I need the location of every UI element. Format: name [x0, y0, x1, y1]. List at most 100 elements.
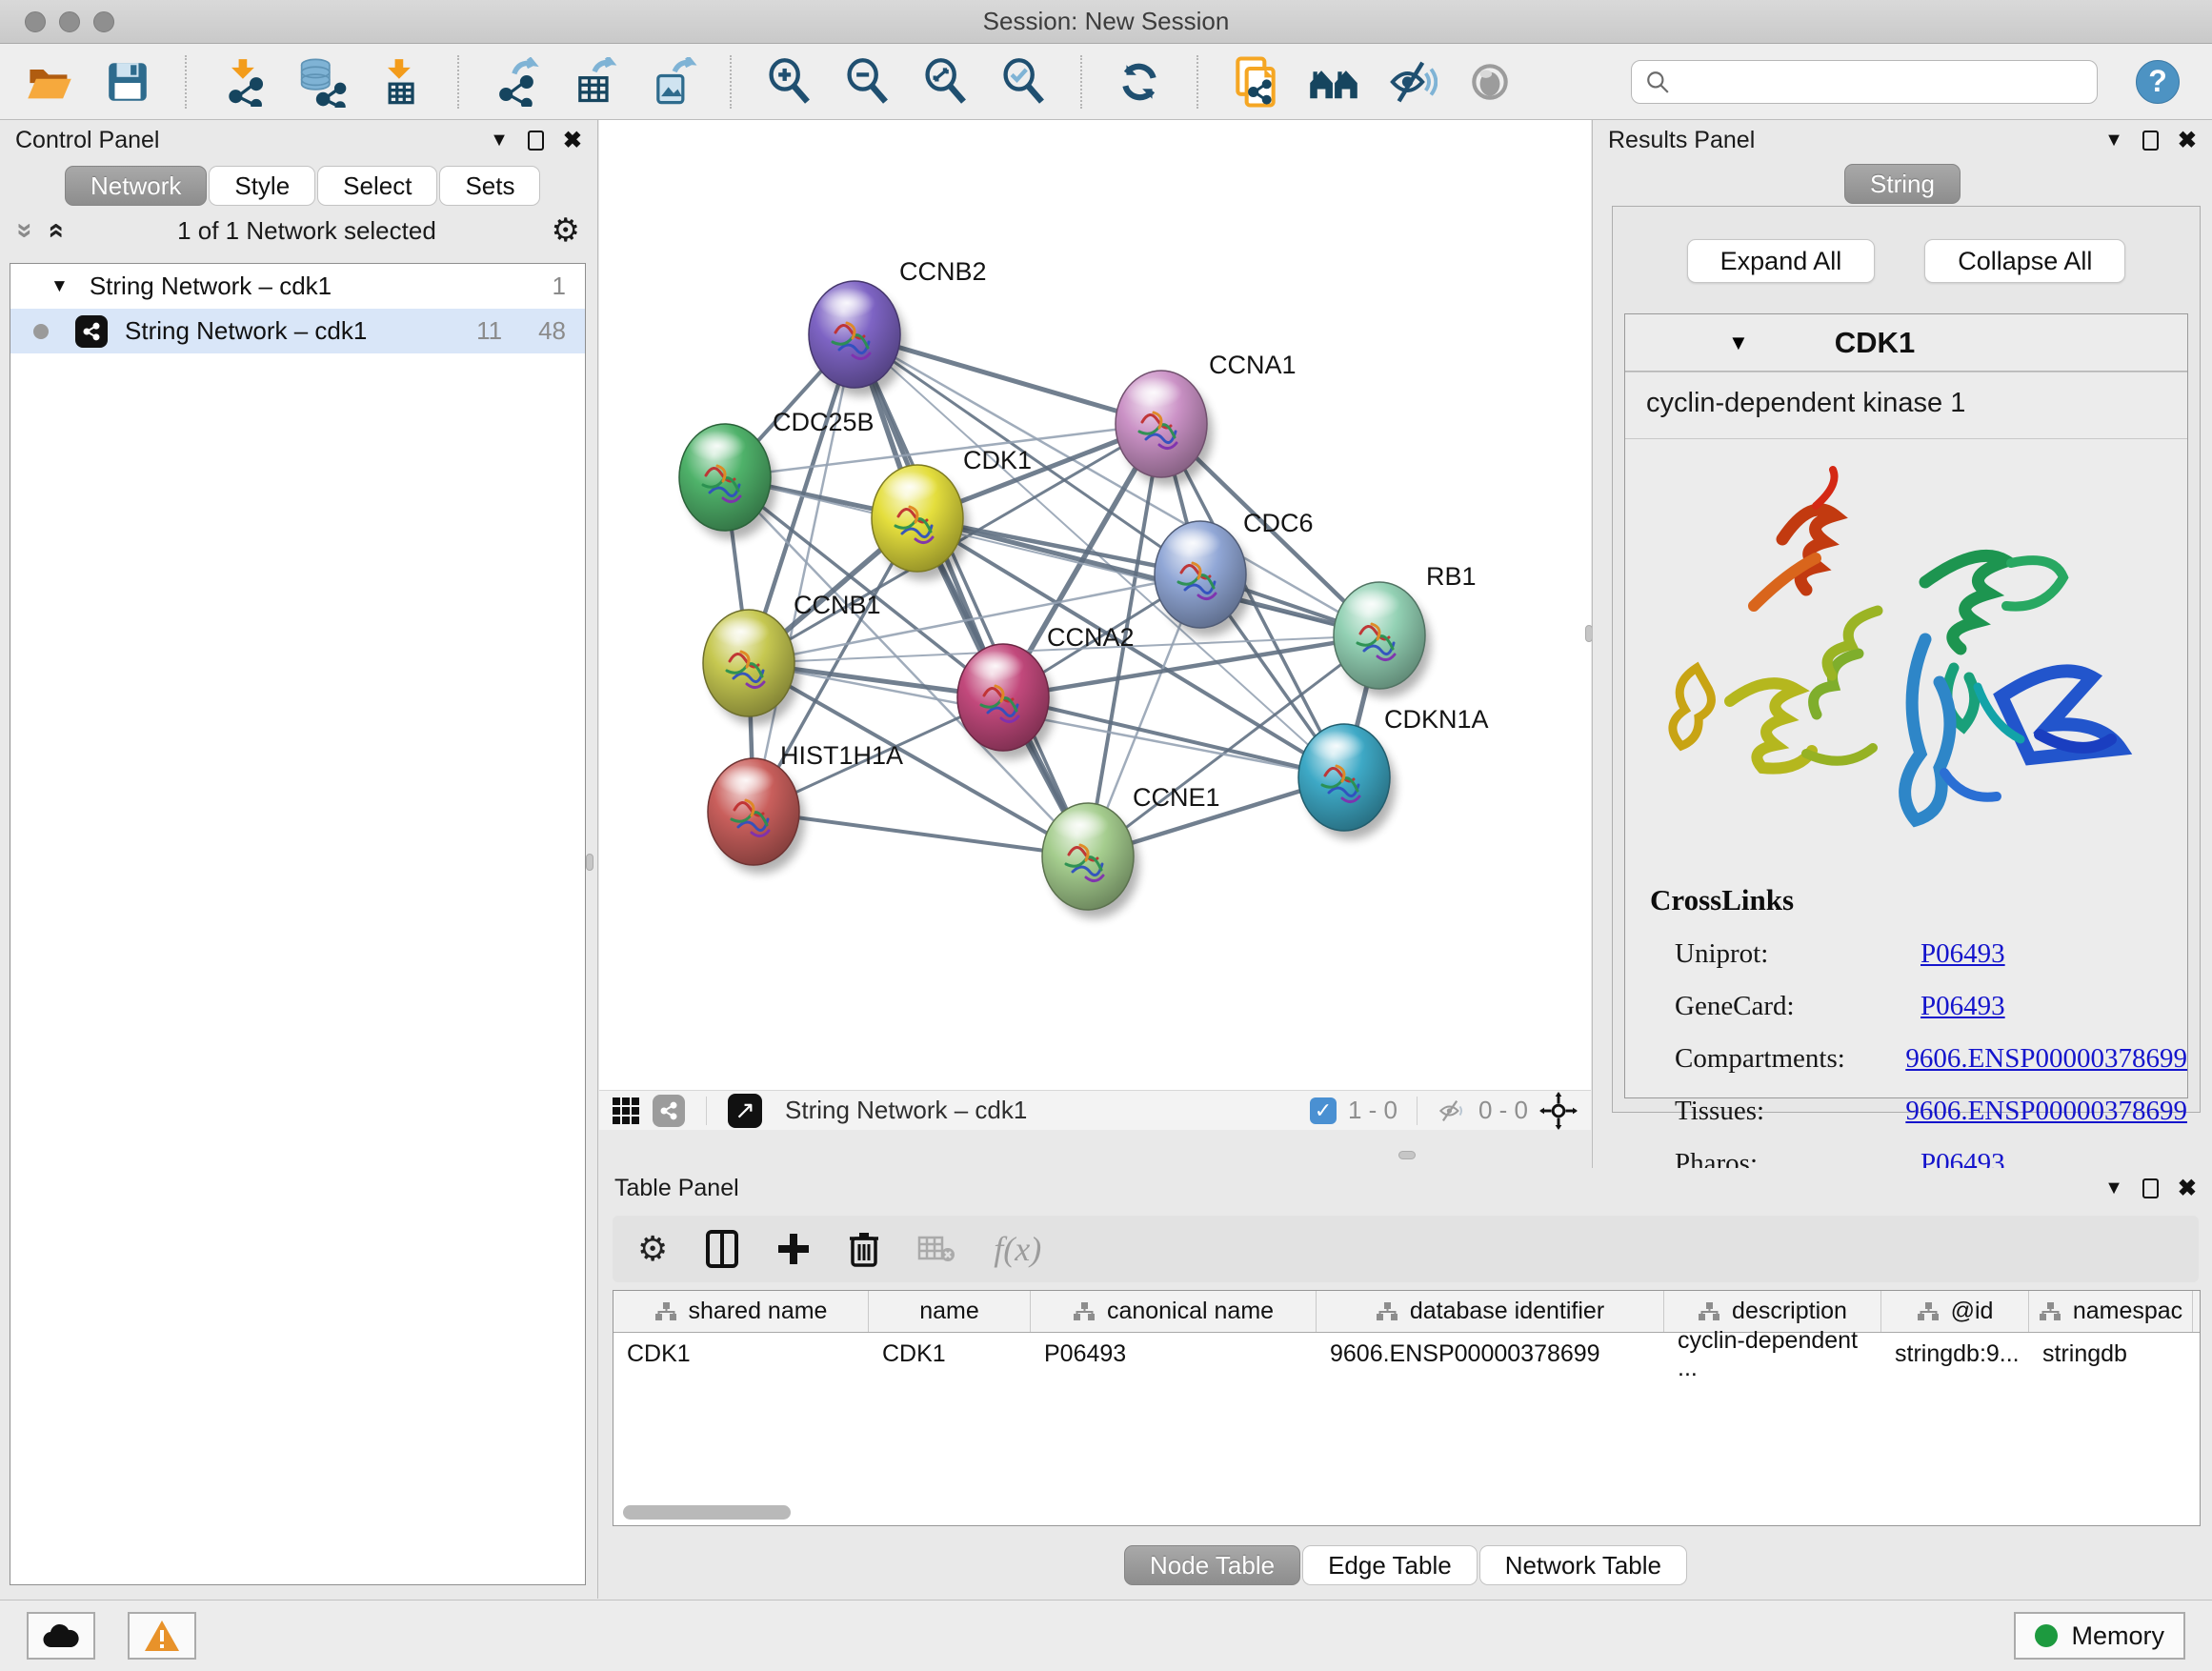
import-network-database-button[interactable]: [295, 55, 349, 109]
close-panel-icon[interactable]: ✖: [2178, 127, 2197, 154]
column-header-name[interactable]: name: [869, 1291, 1031, 1332]
zoom-in-button[interactable]: [762, 55, 815, 109]
enhanced-graphics-toggle-button[interactable]: [1385, 55, 1438, 109]
table-panel: Table Panel ▼ ✖ ⚙: [599, 1168, 2212, 1599]
splitter-handle[interactable]: [1398, 1151, 1416, 1159]
crosslink-label: Tissues:: [1675, 1096, 1905, 1127]
network-collection-row[interactable]: ▼ String Network – cdk1 1: [10, 264, 585, 309]
string-protein-query-button[interactable]: [1229, 55, 1282, 109]
protein-card-header[interactable]: ▼ CDK1: [1625, 314, 2187, 372]
column-header-label: @id: [1951, 1298, 1994, 1325]
memory-button[interactable]: Memory: [2014, 1612, 2185, 1660]
toolbar-separator: [185, 55, 187, 109]
network-options-gear-icon[interactable]: ⚙: [552, 211, 580, 250]
crosslink-link[interactable]: P06493: [1920, 938, 2005, 970]
zoom-fit-button[interactable]: [918, 55, 972, 109]
show-columns-icon[interactable]: [706, 1230, 738, 1268]
column-header--id[interactable]: @id: [1881, 1291, 2029, 1332]
horizontal-scrollbar-thumb[interactable]: [623, 1505, 791, 1520]
table-cell[interactable]: stringdb: [2029, 1333, 2193, 1376]
apply-layout-button[interactable]: [1113, 55, 1166, 109]
splitter-handle[interactable]: [586, 854, 593, 871]
close-panel-icon[interactable]: ✖: [563, 127, 582, 154]
export-image-button[interactable]: [646, 55, 699, 109]
import-network-file-button[interactable]: [217, 55, 271, 109]
create-column-plus-icon[interactable]: [776, 1232, 811, 1266]
table-cell[interactable]: P06493: [1031, 1333, 1317, 1376]
tab-select[interactable]: Select: [317, 166, 437, 206]
table-cell[interactable]: stringdb:9...: [1881, 1333, 2029, 1376]
show-graphics-details-button[interactable]: [1463, 55, 1517, 109]
zoom-out-button[interactable]: [840, 55, 894, 109]
network-row[interactable]: String Network – cdk1 11 48: [10, 309, 585, 353]
network-node-CDC6[interactable]: CDC6: [1155, 509, 1314, 636]
collection-expander-icon[interactable]: ▼: [50, 276, 69, 297]
table-cell[interactable]: CDK1: [613, 1333, 869, 1376]
network-node-CCNE1[interactable]: CCNE1: [1042, 783, 1220, 918]
table-options-gear-icon[interactable]: ⚙: [637, 1229, 668, 1269]
network-graph[interactable]: CCNB2 CCNA1 CDC25B CDK1 CDC6: [599, 120, 1591, 1090]
expand-all-networks-icon[interactable]: »: [40, 223, 69, 239]
string-home-button[interactable]: [1307, 55, 1360, 109]
expand-all-button[interactable]: Expand All: [1687, 239, 1876, 283]
cloud-status-button[interactable]: [27, 1612, 95, 1660]
network-canvas[interactable]: CCNB2 CCNA1 CDC25B CDK1 CDC6: [599, 120, 1591, 1090]
import-table-button[interactable]: [373, 55, 427, 109]
column-header-namespac[interactable]: namespac: [2029, 1291, 2193, 1332]
panel-menu-icon[interactable]: ▼: [490, 130, 509, 151]
network-edge[interactable]: [855, 334, 1088, 856]
panel-menu-icon[interactable]: ▼: [2104, 1178, 2123, 1199]
table-row[interactable]: CDK1CDK1P064939606.ENSP00000378699cyclin…: [613, 1333, 2200, 1376]
protein-name: CDK1: [1835, 326, 1915, 360]
float-panel-icon[interactable]: [528, 131, 544, 151]
export-table-button[interactable]: [568, 55, 621, 109]
tab-node-table[interactable]: Node Table: [1124, 1545, 1300, 1585]
network-node-RB1[interactable]: RB1: [1334, 562, 1477, 697]
network-node-HIST1H1A[interactable]: HIST1H1A: [708, 741, 903, 874]
protein-structure-image: [1625, 449, 2187, 858]
detach-view-icon[interactable]: ↗: [728, 1094, 762, 1128]
network-node-CDKN1A[interactable]: CDKN1A: [1298, 705, 1489, 839]
export-network-button[interactable]: [490, 55, 543, 109]
close-panel-icon[interactable]: ✖: [2178, 1175, 2197, 1202]
delete-column-trash-icon[interactable]: [849, 1231, 879, 1267]
zoom-selected-button[interactable]: [996, 55, 1050, 109]
tab-style[interactable]: Style: [209, 166, 315, 206]
open-session-button[interactable]: [23, 55, 76, 109]
table-cell[interactable]: 9606.ENSP00000378699: [1317, 1333, 1664, 1376]
table-panel-title: Table Panel: [614, 1175, 739, 1202]
selected-checkbox-icon[interactable]: ✓: [1310, 1097, 1337, 1124]
crosslink-link[interactable]: 9606.ENSP00000378699: [1905, 1043, 2187, 1075]
tab-edge-table[interactable]: Edge Table: [1302, 1545, 1478, 1585]
panel-menu-icon[interactable]: ▼: [2104, 130, 2123, 151]
search-input[interactable]: [1679, 69, 2083, 95]
tab-string-results[interactable]: String: [1844, 164, 1961, 204]
column-header-database-identifier[interactable]: database identifier: [1317, 1291, 1664, 1332]
crosslink-link[interactable]: 9606.ENSP00000378699: [1905, 1096, 2187, 1127]
network-overview-icon[interactable]: [653, 1095, 685, 1127]
tab-network-table[interactable]: Network Table: [1479, 1545, 1687, 1585]
column-header-canonical-name[interactable]: canonical name: [1031, 1291, 1317, 1332]
column-header-label: database identifier: [1410, 1298, 1604, 1325]
help-button[interactable]: ?: [2136, 60, 2180, 104]
crosslink-link[interactable]: P06493: [1920, 991, 2005, 1022]
collapse-section-icon[interactable]: ▼: [1728, 331, 1749, 355]
save-session-button[interactable]: [101, 55, 154, 109]
column-header-shared-name[interactable]: shared name: [613, 1291, 869, 1332]
network-node-CCNB2[interactable]: CCNB2: [809, 257, 987, 396]
table-cell[interactable]: cyclin-dependent ...: [1664, 1333, 1881, 1376]
fit-selected-crosshair-icon[interactable]: [1539, 1092, 1578, 1130]
network-edge[interactable]: [754, 334, 855, 812]
toolbar-separator: [1080, 55, 1082, 109]
houses-icon: [1307, 55, 1360, 109]
collapse-all-button[interactable]: Collapse All: [1924, 239, 2125, 283]
toolbar-search-field[interactable]: [1631, 60, 2098, 104]
table-cell[interactable]: CDK1: [869, 1333, 1031, 1376]
tab-network[interactable]: Network: [65, 166, 207, 206]
warnings-button[interactable]: [128, 1612, 196, 1660]
tab-sets[interactable]: Sets: [439, 166, 540, 206]
float-panel-icon[interactable]: [2142, 131, 2159, 151]
grid-mode-icon[interactable]: [613, 1097, 639, 1124]
collapse-all-networks-icon[interactable]: »: [10, 223, 39, 239]
float-panel-icon[interactable]: [2142, 1178, 2159, 1198]
